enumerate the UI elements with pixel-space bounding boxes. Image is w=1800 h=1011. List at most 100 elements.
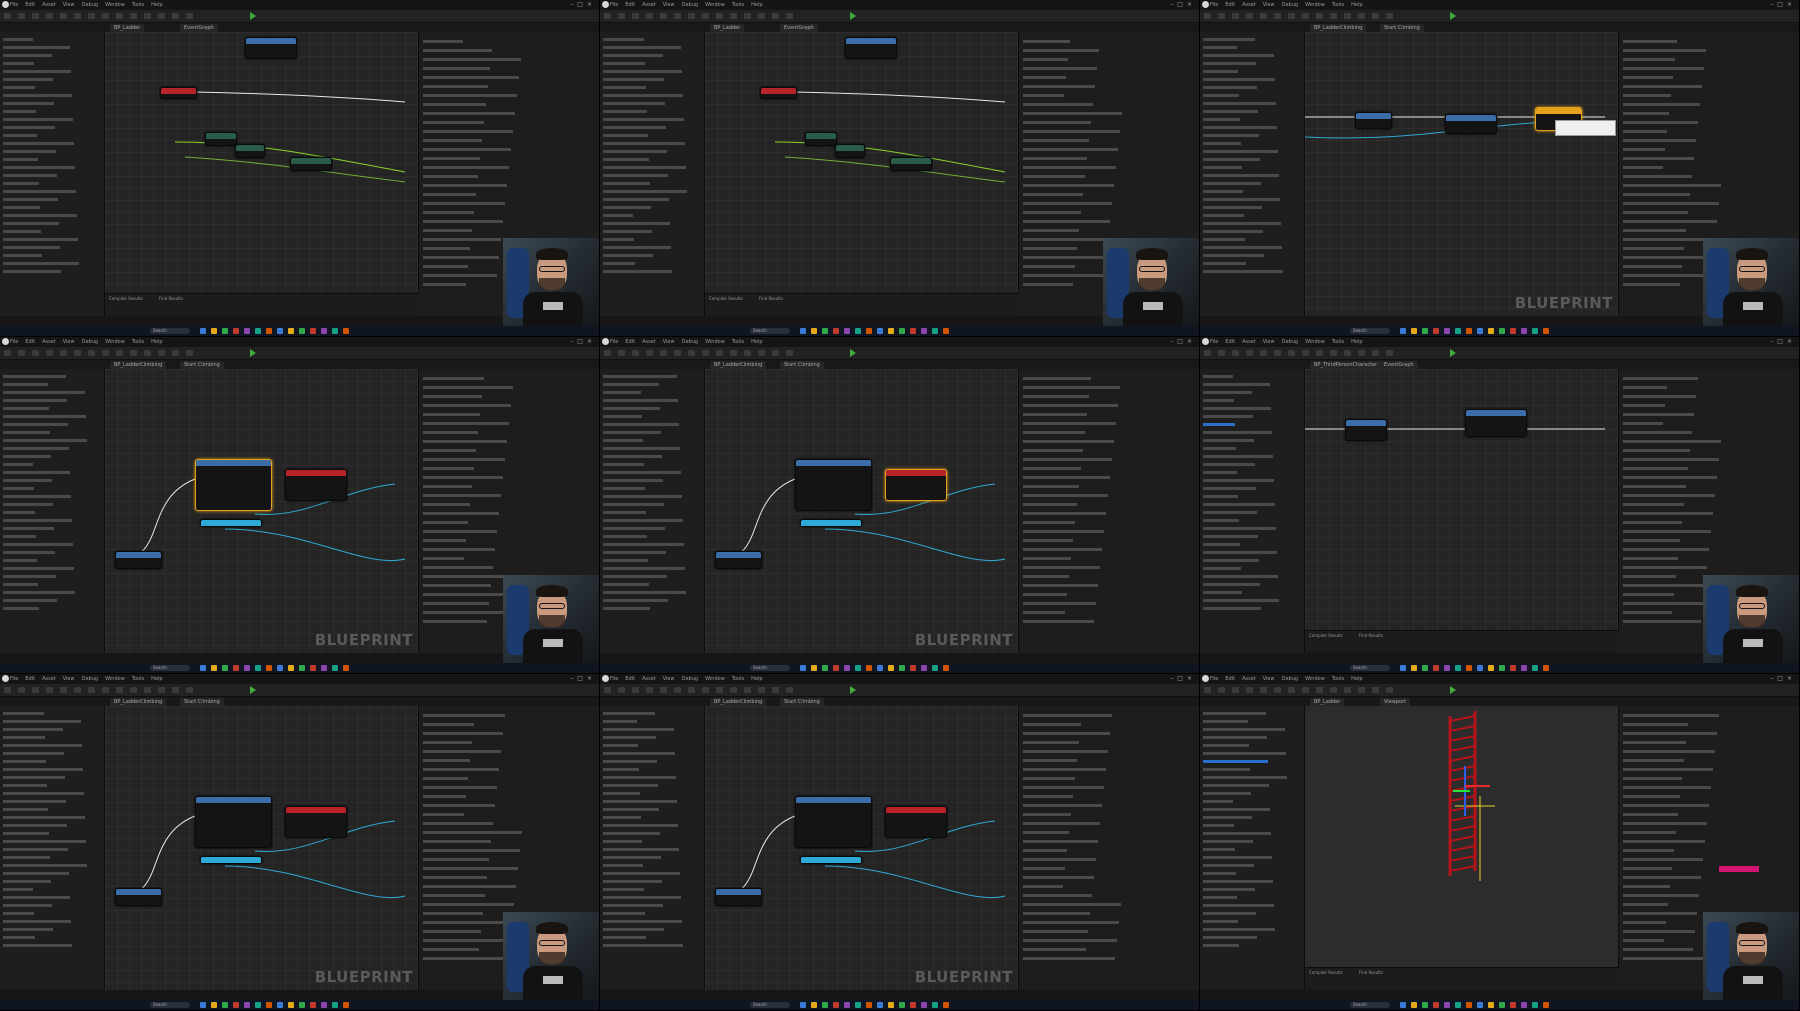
- toolbar-button[interactable]: [660, 350, 667, 356]
- details-row[interactable]: [423, 741, 472, 744]
- details-row[interactable]: [423, 867, 518, 870]
- details-row[interactable]: [1023, 575, 1069, 578]
- toolbar-button[interactable]: [1358, 13, 1365, 19]
- details-row[interactable]: [1023, 795, 1073, 798]
- menu-item[interactable]: Debug: [682, 1, 698, 9]
- toolbar-button[interactable]: [730, 13, 737, 19]
- panel-row[interactable]: [3, 551, 55, 554]
- panel-row[interactable]: [3, 46, 70, 49]
- panel-row[interactable]: [3, 78, 53, 81]
- panel-row[interactable]: [1203, 559, 1259, 562]
- panel-row[interactable]: [1203, 872, 1236, 875]
- toolbar-button[interactable]: [716, 687, 723, 693]
- details-row[interactable]: [1623, 813, 1678, 816]
- toolbar-button[interactable]: [4, 13, 11, 19]
- panel-row[interactable]: [3, 150, 56, 153]
- details-row[interactable]: [423, 768, 499, 771]
- taskbar-app-icon[interactable]: [921, 328, 927, 334]
- taskbar-app-icon[interactable]: [866, 328, 872, 334]
- panel-row[interactable]: [603, 431, 661, 434]
- taskbar-app-icon[interactable]: [1455, 665, 1461, 671]
- taskbar-app-icon[interactable]: [233, 665, 239, 671]
- details-row[interactable]: [1023, 849, 1067, 852]
- toolbar-button[interactable]: [18, 350, 25, 356]
- details-row[interactable]: [1623, 193, 1690, 196]
- toolbar-button[interactable]: [1344, 687, 1351, 693]
- toolbar-button[interactable]: [716, 13, 723, 19]
- panel-row[interactable]: [1203, 38, 1255, 41]
- play-icon[interactable]: [850, 349, 856, 357]
- panel-row[interactable]: [603, 110, 647, 113]
- panel-row[interactable]: [1203, 856, 1272, 859]
- panel-row[interactable]: [603, 166, 686, 169]
- toolbar-button[interactable]: [758, 687, 765, 693]
- panel-row[interactable]: [603, 158, 649, 161]
- panel-row[interactable]: [603, 864, 643, 867]
- details-row[interactable]: [1023, 148, 1118, 151]
- panel-row[interactable]: [1203, 800, 1233, 803]
- panel-row[interactable]: [603, 471, 681, 474]
- taskbar-app-icon[interactable]: [1488, 1002, 1494, 1008]
- menu-item[interactable]: Edit: [25, 1, 35, 9]
- details-row[interactable]: [1623, 121, 1698, 124]
- taskbar-app-icon[interactable]: [244, 1002, 250, 1008]
- panel-row[interactable]: [1203, 455, 1273, 458]
- taskbar-app-icon[interactable]: [1400, 665, 1406, 671]
- tab-1[interactable]: Start Climbing: [180, 361, 224, 369]
- details-row[interactable]: [1623, 741, 1686, 744]
- details-row[interactable]: [1623, 885, 1670, 888]
- window-controls-icon[interactable]: –□×: [570, 675, 596, 682]
- panel-row[interactable]: [603, 752, 675, 755]
- panel-row[interactable]: [1203, 583, 1260, 586]
- menu-item[interactable]: Asset: [642, 1, 656, 9]
- panel-row[interactable]: [3, 559, 37, 562]
- details-row[interactable]: [1623, 130, 1667, 133]
- menu-item[interactable]: Help: [751, 1, 762, 9]
- taskbar-app-icon[interactable]: [844, 1002, 850, 1008]
- panel-row[interactable]: [3, 872, 69, 875]
- tab-1[interactable]: Start Climbing: [1380, 24, 1424, 32]
- taskbar-app-icon[interactable]: [321, 1002, 327, 1008]
- details-row[interactable]: [1023, 602, 1096, 605]
- panel-row[interactable]: [603, 447, 680, 450]
- menu-item[interactable]: Help: [151, 338, 162, 346]
- details-row[interactable]: [423, 539, 466, 542]
- menu-item[interactable]: File: [1210, 338, 1218, 346]
- panel-row[interactable]: [3, 575, 56, 578]
- taskbar-app-icon[interactable]: [1455, 328, 1461, 334]
- panel-row[interactable]: [1203, 238, 1245, 241]
- details-row[interactable]: [423, 894, 485, 897]
- details-row[interactable]: [1023, 530, 1104, 533]
- panel-row[interactable]: [1203, 567, 1241, 570]
- panel-row[interactable]: [3, 110, 36, 113]
- panel-row[interactable]: [3, 431, 50, 434]
- details-row[interactable]: [423, 175, 478, 178]
- panel-row[interactable]: [3, 270, 61, 273]
- details-row[interactable]: [1623, 404, 1665, 407]
- taskbar-app-icon[interactable]: [833, 1002, 839, 1008]
- toolbar-button[interactable]: [716, 350, 723, 356]
- panel-row[interactable]: [603, 800, 677, 803]
- panel-row[interactable]: [1203, 768, 1250, 771]
- taskbar-app-icon[interactable]: [1444, 665, 1450, 671]
- details-row[interactable]: [1023, 768, 1106, 771]
- menu-item[interactable]: Asset: [1242, 1, 1256, 9]
- details-row[interactable]: [1623, 530, 1711, 533]
- tab-0[interactable]: BP_LadderClimbing: [110, 698, 167, 706]
- details-row[interactable]: [1023, 786, 1104, 789]
- menu-item[interactable]: Help: [151, 1, 162, 9]
- menu-item[interactable]: Tools: [732, 675, 744, 683]
- panel-row[interactable]: [3, 824, 67, 827]
- details-row[interactable]: [1023, 440, 1114, 443]
- menu-item[interactable]: Tools: [1332, 1, 1344, 9]
- toolbar-button[interactable]: [1218, 350, 1225, 356]
- toolbar-button[interactable]: [1218, 687, 1225, 693]
- panel-row[interactable]: [603, 134, 648, 137]
- details-row[interactable]: [423, 584, 491, 587]
- details-row[interactable]: [1023, 822, 1100, 825]
- details-row[interactable]: [1023, 831, 1069, 834]
- details-row[interactable]: [1023, 467, 1081, 470]
- taskbar-app-icon[interactable]: [877, 1002, 883, 1008]
- toolbar-button[interactable]: [1386, 687, 1393, 693]
- details-row[interactable]: [423, 503, 470, 506]
